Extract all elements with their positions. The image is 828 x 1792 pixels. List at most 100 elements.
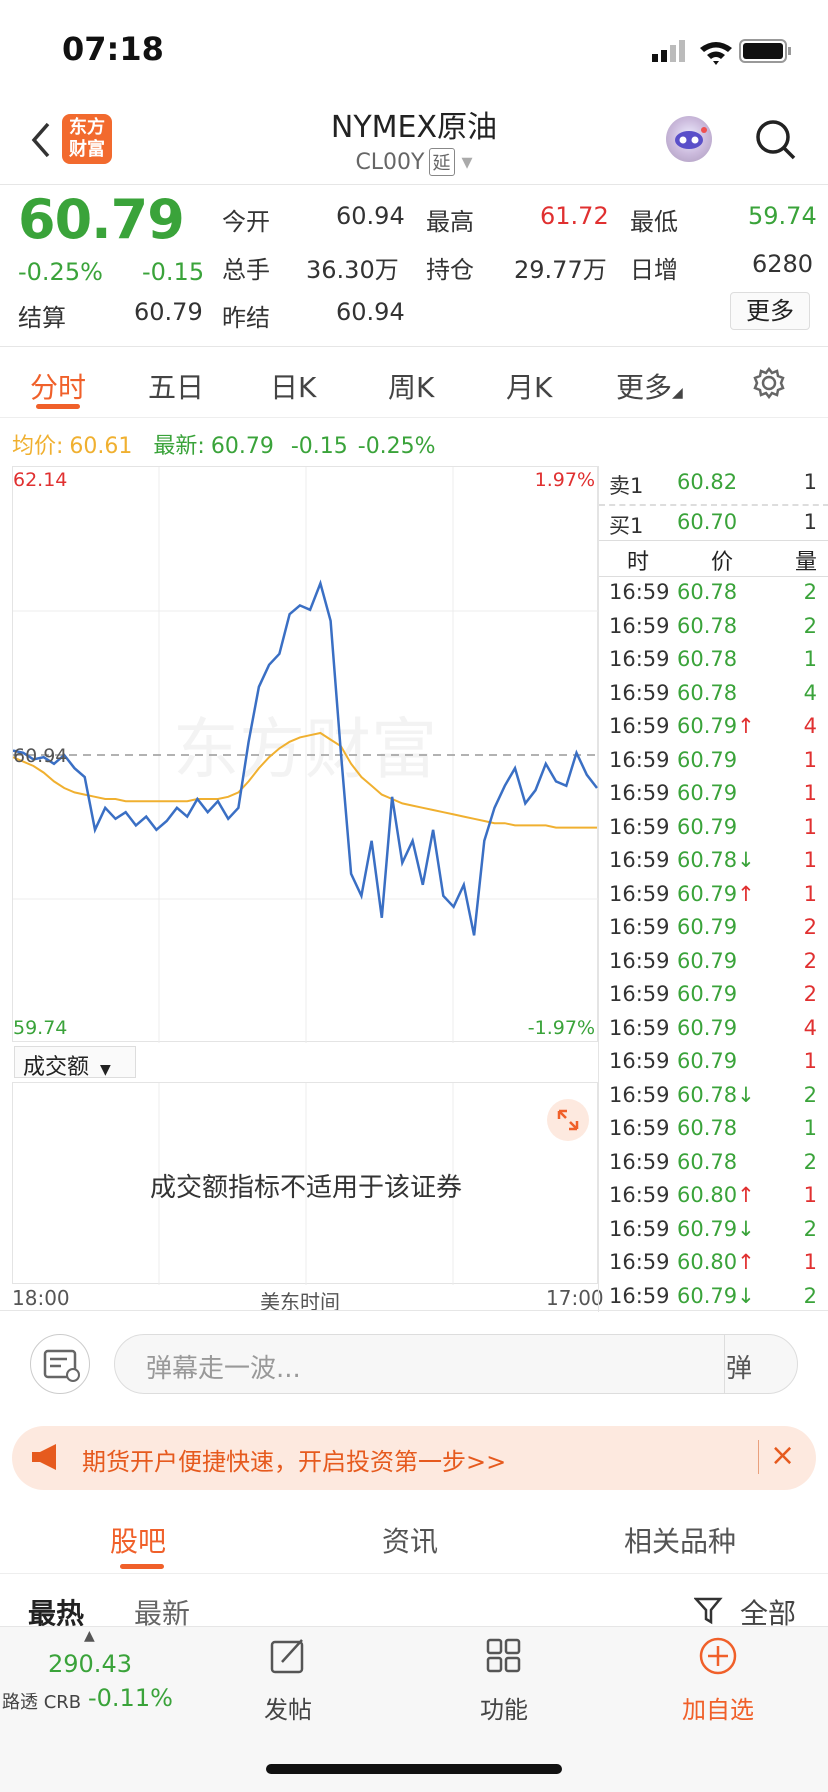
tick-volume: 2 — [803, 1283, 817, 1308]
tick-price: 60.79 — [677, 1015, 738, 1040]
tick-time: 16:59 — [609, 1283, 670, 1308]
tick-volume: 2 — [803, 982, 817, 1006]
divider — [599, 504, 828, 506]
post-edit-icon — [270, 1639, 304, 1674]
tick-row: 16:59 60.78 2 — [599, 614, 828, 647]
latest-change: -0.15 — [290, 434, 348, 459]
functions-button[interactable]: 功能 — [444, 1690, 564, 1725]
search-icon[interactable] — [752, 116, 798, 162]
add-watchlist-button[interactable]: 加自选 — [658, 1690, 778, 1725]
tick-row: 16:59 60.79↑ 1 — [599, 882, 828, 915]
post-button[interactable]: 发帖 — [228, 1690, 348, 1725]
tick-row: 16:59 60.78 1 — [599, 1116, 828, 1149]
settings-gear-icon[interactable] — [752, 366, 786, 400]
tab-guba[interactable]: 股吧 — [110, 1520, 166, 1560]
tick-time: 16:59 — [609, 1116, 670, 1140]
tab-daily-k[interactable]: 日K — [270, 366, 316, 406]
pct-top-label: 1.97% — [534, 469, 595, 491]
ask-price: 60.82 — [677, 470, 738, 494]
low-value: 59.74 — [748, 202, 817, 230]
daily-inc-value: 6280 — [752, 250, 814, 278]
arrow-down-icon: ↓ — [737, 1216, 755, 1241]
danmu-settings-icon[interactable] — [30, 1334, 90, 1394]
volume-value: 36.30万 — [306, 256, 399, 284]
tick-volume: 4 — [803, 1015, 817, 1040]
status-icons — [652, 39, 791, 65]
tick-volume: 1 — [803, 781, 817, 805]
tick-row: 16:59 60.79 2 — [599, 982, 828, 1015]
y-bottom-label: 59.74 — [13, 1017, 68, 1039]
ref-price-label: 60.94 — [13, 745, 68, 767]
index-value[interactable]: 290.43 — [48, 1650, 132, 1678]
tick-price: 60.79 — [677, 1049, 738, 1073]
col-price: 价 — [711, 550, 734, 575]
delay-tag: 延 — [428, 148, 455, 176]
tick-time: 16:59 — [609, 1216, 670, 1241]
tick-row: 16:59 60.79 1 — [599, 781, 828, 814]
volume-selector-label: 成交额 — [23, 1055, 90, 1080]
oi-label: 持仓 — [426, 256, 474, 284]
order-book: 卖1 60.82 1 买1 60.70 1 时 价 量 16:59 60.78 2 16:59 60… — [598, 466, 828, 1312]
tick-time: 16:59 — [609, 781, 670, 805]
tab-monthly-k[interactable]: 月K — [506, 366, 552, 406]
tab-more[interactable]: 更多◢ — [616, 366, 683, 406]
tick-volume: 2 — [803, 1149, 817, 1174]
tab-related[interactable]: 相关品种 — [624, 1520, 736, 1560]
tick-time: 16:59 — [609, 1250, 670, 1274]
x-start-label: 18:00 — [12, 1286, 70, 1310]
tick-volume: 1 — [803, 848, 817, 872]
tick-time: 16:59 — [609, 948, 670, 973]
intraday-chart[interactable]: 东方财富 62.14 1.97% 60.94 59.74 -1.97% — [12, 466, 599, 1043]
col-volume: 量 — [794, 550, 817, 575]
expand-icon[interactable] — [547, 1099, 589, 1141]
tick-price: 60.79 — [677, 982, 738, 1006]
tab-weekly-k[interactable]: 周K — [388, 366, 434, 406]
filter-icon[interactable] — [694, 1596, 724, 1626]
tick-time: 16:59 — [609, 714, 670, 738]
tick-time: 16:59 — [609, 580, 670, 604]
tick-price: 60.80↑ — [677, 1183, 755, 1207]
tick-time: 16:59 — [609, 1049, 670, 1073]
latest-value: 60.79 — [210, 434, 274, 459]
bid-label: 买1 — [609, 514, 644, 538]
tick-volume: 4 — [803, 680, 817, 705]
tick-price: 60.79 — [677, 948, 738, 973]
danmu-toggle-button[interactable]: 弹 — [726, 1348, 752, 1385]
arrow-down-icon: ↓ — [737, 1082, 755, 1107]
caret-icon: ◢ — [672, 385, 683, 401]
volume-indicator-select[interactable]: 成交额 ▼ — [14, 1046, 136, 1080]
close-icon[interactable]: × — [770, 1438, 795, 1473]
avg-label: 均价: — [12, 434, 64, 459]
home-indicator — [266, 1764, 562, 1774]
tab-five-day[interactable]: 五日 — [148, 366, 204, 406]
caret-up-icon: ▲ — [84, 1628, 95, 1644]
pct-bottom-label: -1.97% — [527, 1017, 595, 1039]
tick-volume: 1 — [803, 1116, 817, 1140]
tab-intraday[interactable]: 分时 — [30, 366, 86, 406]
promo-banner-text: 期货开户便捷快速，开启投资第一步>> — [82, 1448, 507, 1476]
assistant-avatar-icon[interactable] — [666, 116, 712, 162]
tick-time: 16:59 — [609, 1149, 670, 1174]
tick-row: 16:59 60.79 4 — [599, 1016, 828, 1049]
tick-row: 16:59 60.79↑ 4 — [599, 714, 828, 747]
tick-row: 16:59 60.79↓ 2 — [599, 1284, 828, 1317]
tick-row: 16:59 60.79 2 — [599, 915, 828, 948]
active-tab-indicator — [36, 404, 80, 409]
index-pct: -0.11% — [88, 1684, 173, 1712]
tick-row: 16:59 60.78 2 — [599, 580, 828, 613]
tick-volume: 1 — [803, 814, 817, 839]
tick-row: 16:59 60.80↑ 1 — [599, 1183, 828, 1216]
tick-volume: 2 — [803, 948, 817, 973]
change-value: -0.15 — [142, 258, 205, 286]
tab-news[interactable]: 资讯 — [382, 1520, 438, 1560]
tick-volume: 2 — [803, 613, 817, 638]
settle-value: 60.79 — [134, 298, 203, 326]
tick-volume: 1 — [803, 747, 817, 772]
tick-row: 16:59 60.79 2 — [599, 949, 828, 982]
tick-row: 16:59 60.78↓ 2 — [599, 1083, 828, 1116]
more-quote-button[interactable]: 更多 — [730, 292, 810, 330]
tick-row: 16:59 60.80↑ 1 — [599, 1250, 828, 1283]
tick-price: 60.78 — [677, 647, 738, 671]
tick-time: 16:59 — [609, 1082, 670, 1107]
tick-volume: 1 — [803, 1250, 817, 1274]
